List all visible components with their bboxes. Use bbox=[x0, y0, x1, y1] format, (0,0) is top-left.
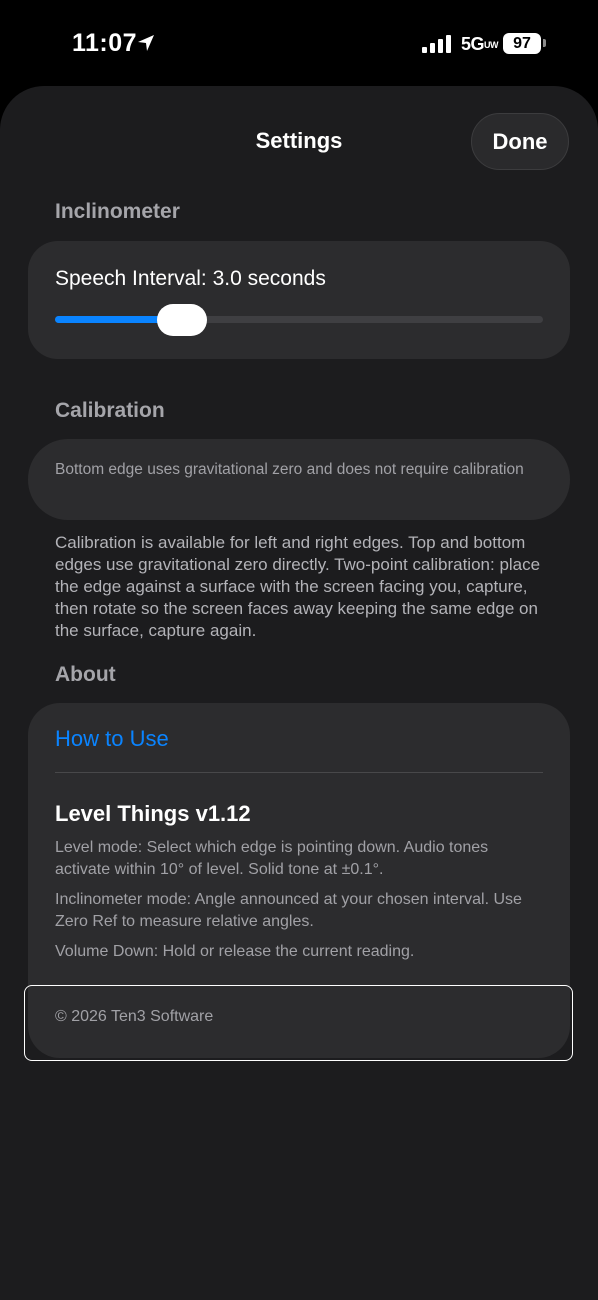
inclinometer-mode-description: Inclinometer mode: Angle announced at yo… bbox=[55, 891, 522, 930]
volume-down-description: Volume Down: Hold or release the current… bbox=[55, 943, 415, 960]
speech-interval-slider[interactable] bbox=[55, 316, 543, 323]
section-header-inclinometer: Inclinometer bbox=[55, 200, 180, 223]
battery-level: 97 bbox=[513, 35, 531, 52]
cellular-signal-icon bbox=[422, 35, 451, 53]
done-button[interactable]: Done bbox=[471, 113, 569, 170]
level-mode-description: Level mode: Select which edge is pointin… bbox=[55, 839, 489, 878]
battery-icon: 97 bbox=[503, 33, 541, 54]
status-bar: 11:07 5GUW 97 bbox=[0, 0, 598, 86]
divider bbox=[55, 772, 543, 773]
network-indicator: 5GUW bbox=[461, 34, 499, 54]
app-name-version: Level Things v1.12 bbox=[55, 801, 251, 826]
speech-interval-label: Speech Interval: 3.0 seconds bbox=[55, 267, 326, 290]
battery-nub bbox=[543, 39, 546, 47]
inclinometer-card bbox=[28, 241, 570, 359]
section-header-about: About bbox=[55, 663, 116, 686]
calibration-footer: Calibration is available for left and ri… bbox=[55, 533, 541, 640]
slider-thumb[interactable] bbox=[156, 304, 207, 336]
status-time: 11:07 bbox=[72, 29, 138, 57]
copyright-text: © 2026 Ten3 Software bbox=[55, 1008, 214, 1025]
location-arrow-icon bbox=[138, 35, 154, 51]
how-to-use-link[interactable]: How to Use bbox=[55, 726, 169, 752]
section-header-calibration: Calibration bbox=[55, 399, 165, 422]
calibration-note: Bottom edge uses gravitational zero and … bbox=[55, 461, 524, 478]
